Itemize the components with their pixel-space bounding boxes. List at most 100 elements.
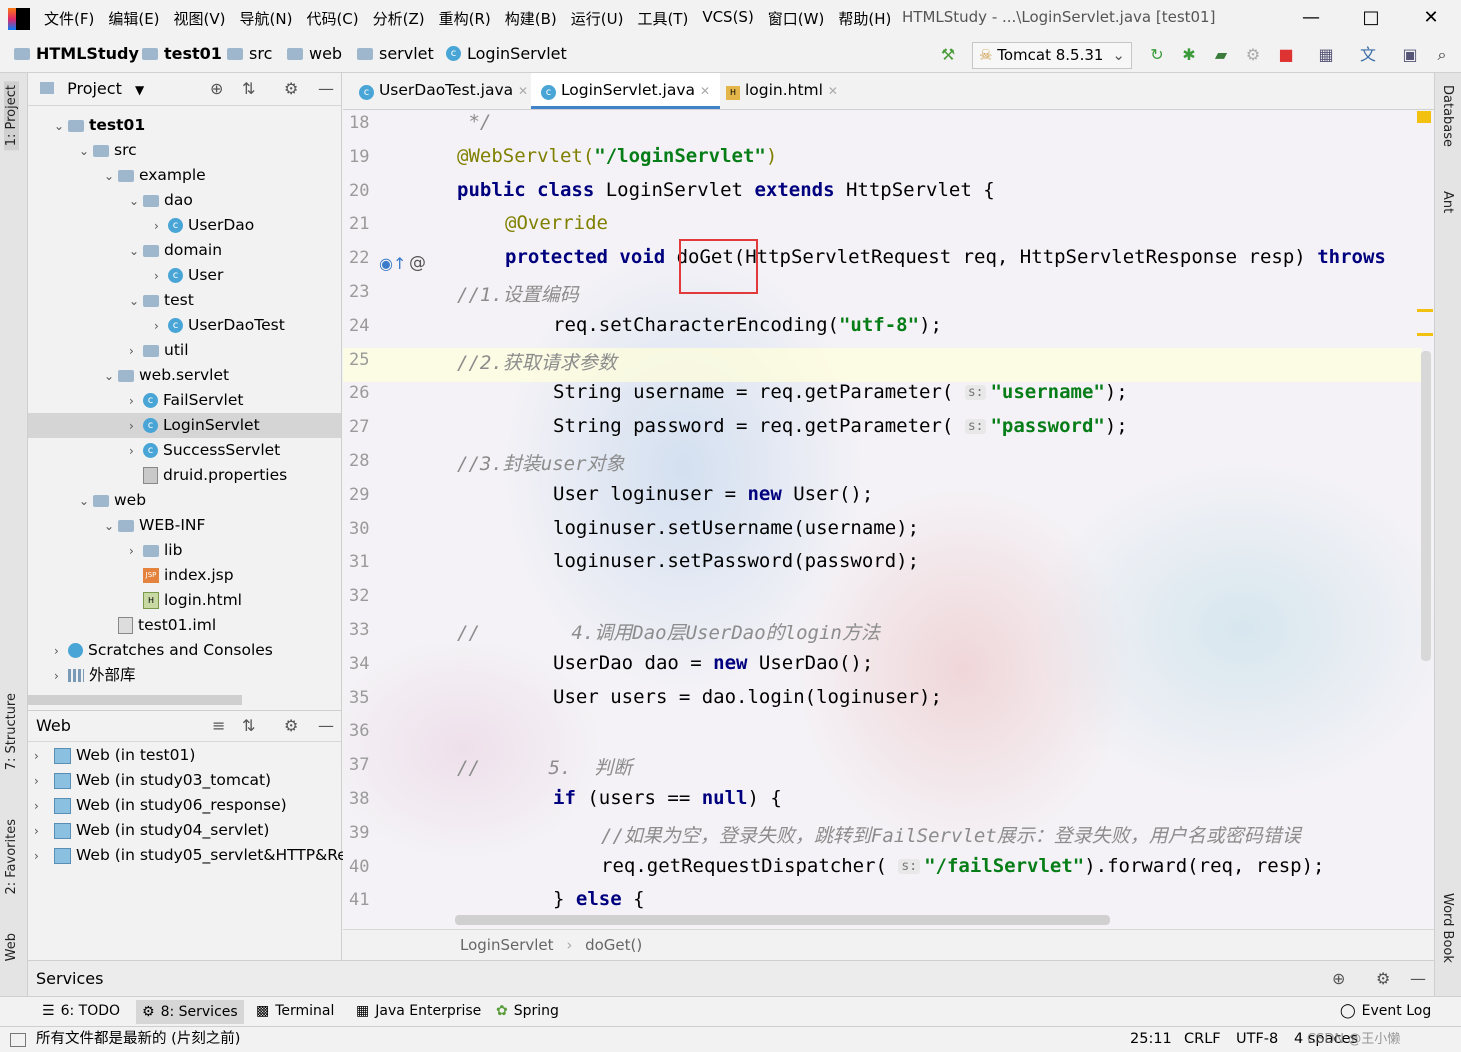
web-facet-item[interactable]: › Web (in test01) [34,743,195,768]
chevron-down-icon[interactable]: ⌄ [54,114,68,139]
tree-item-example[interactable]: ⌄ example [28,163,341,188]
structure-tool-tab[interactable]: 7: Structure [4,693,19,770]
tree-item-userdao[interactable]: › c UserDao [28,213,341,239]
chevron-right-icon[interactable]: › [129,414,143,439]
chevron-down-icon[interactable]: ⌄ [129,189,143,214]
menu-file[interactable]: 文件(F) [44,8,94,29]
code-line[interactable]: // 4.调用Dao层UserDao的login方法 [457,618,880,645]
tree-item-[interactable]: › 外部库 [28,663,341,688]
coverage-icon[interactable]: ▰ [1211,45,1231,65]
gear-icon[interactable]: ⚙ [1376,961,1390,997]
code-line[interactable]: @Override [505,212,608,234]
tab-login-html[interactable]: H login.html ✕ [716,73,848,109]
error-stripe-mark[interactable] [1417,309,1433,312]
code-line[interactable]: */ [457,111,491,133]
todo-tool-button[interactable]: ☰ 6: TODO [42,1003,120,1019]
tree-item-failservlet[interactable]: › c FailServlet [28,388,341,413]
breadcrumb-src[interactable]: src [227,44,272,63]
tree-item-scratches-and-consoles[interactable]: › Scratches and Consoles [28,638,341,664]
code-line[interactable]: loginuser.setPassword(password); [553,550,919,572]
vertical-scrollbar[interactable] [1421,351,1431,661]
web-facet-item[interactable]: › Web (in study04_servlet) [34,818,269,843]
tree-item-domain[interactable]: ⌄ domain [28,238,341,264]
tree-item-login-html[interactable]: Hlogin.html [28,588,341,613]
tree-item-web-servlet[interactable]: ⌄ web.servlet [28,363,341,389]
code-line[interactable]: String password = req.getParameter( s: "p… [553,415,1128,437]
layout-icon[interactable]: ▣ [1400,45,1420,65]
breadcrumb-class[interactable]: LoginServlet [460,936,554,954]
menu-build[interactable]: 构建(B) [505,8,557,29]
gear-icon[interactable]: ⚙ [284,73,298,105]
rerun-icon[interactable]: ↻ [1147,45,1167,65]
tree-item-user[interactable]: › c User [28,263,341,288]
collapse-all-icon[interactable]: ⇅ [242,73,255,105]
code-line[interactable]: } else { [553,888,645,910]
tree-item-index-jsp[interactable]: JSP index.jsp [28,563,341,588]
breadcrumb-module[interactable]: test01 [142,44,222,63]
close-tab-icon[interactable]: ✕ [518,84,528,98]
code-line[interactable]: if (users == null) { [553,787,782,809]
debug-bug-icon[interactable]: ✱ [1179,45,1199,65]
hide-panel-icon[interactable]: — [318,73,334,105]
locate-icon[interactable]: ⊕ [1332,961,1345,997]
expand-all-icon[interactable]: ≡ [212,711,225,741]
chevron-right-icon[interactable]: › [34,769,48,794]
chevron-right-icon[interactable]: › [154,214,168,239]
menu-analyze[interactable]: 分析(Z) [373,8,425,29]
tree-item-userdaotest[interactable]: › c UserDaoTest [28,313,341,339]
breadcrumb-method[interactable]: doGet() [585,936,642,954]
menu-vcs[interactable]: VCS(S) [702,8,753,29]
code-line[interactable]: //如果为空，登录失败，跳转到FailServlet展示：登录失败，用户名或密码… [601,821,1301,848]
close-icon[interactable]: ✕ [1416,5,1446,31]
chevron-right-icon[interactable]: › [34,844,48,869]
code-line[interactable]: public class LoginServlet extends HttpSe… [457,179,995,201]
menu-edit[interactable]: 编辑(E) [108,8,159,29]
code-line[interactable]: protected void doGet(HttpServletRequest … [505,246,1386,268]
breadcrumb-project[interactable]: HTMLStudy [14,44,139,63]
chevron-right-icon[interactable]: › [54,639,68,664]
spring-tool-button[interactable]: ✿ Spring [496,1003,559,1019]
chevron-right-icon[interactable]: › [154,314,168,339]
chevron-down-icon[interactable]: ⌄ [129,239,143,264]
annotation-gutter-icon[interactable]: @ [409,253,426,273]
chevron-right-icon[interactable]: › [34,794,48,819]
code-line[interactable]: UserDao dao = new UserDao(); [553,652,873,674]
tree-item-successservlet[interactable]: › c SuccessServlet [28,438,341,464]
warning-stripe-icon[interactable] [1417,111,1431,123]
tree-item-web[interactable]: ⌄ web [28,488,341,513]
close-tab-icon[interactable]: ✕ [700,84,710,98]
horizontal-scrollbar[interactable] [28,695,242,705]
chevron-down-icon[interactable]: ⌄ [104,364,118,389]
hide-panel-icon[interactable]: — [318,711,334,741]
code-line[interactable]: String username = req.getParameter( s: "u… [553,381,1128,403]
collapse-all-icon[interactable]: ⇅ [242,711,255,741]
menu-refactor[interactable]: 重构(R) [439,8,491,29]
code-line[interactable]: // 5. 判断 [457,753,632,780]
build-hammer-icon[interactable]: ⚒ [938,45,958,65]
tree-item-util[interactable]: › util [28,338,341,363]
menu-tools[interactable]: 工具(T) [637,8,688,29]
translate-icon[interactable]: 文 [1358,45,1378,65]
code-line[interactable]: req.getRequestDispatcher( s: "/failServle… [601,855,1324,877]
line-separator[interactable]: CRLF [1184,1027,1221,1052]
tree-item-src[interactable]: ⌄ src [28,138,341,163]
code-line[interactable]: @WebServlet("/loginServlet") [457,145,777,167]
services-tool-button[interactable]: ⚙ 8: Services [136,1000,244,1024]
tree-item-lib[interactable]: › lib [28,538,341,563]
chevron-right-icon[interactable]: › [129,439,143,464]
web-facet-item[interactable]: › Web (in study06_response) [34,793,287,818]
stop-icon[interactable]: ■ [1276,45,1296,65]
project-structure-icon[interactable]: ▦ [1316,45,1336,65]
file-encoding[interactable]: UTF-8 [1236,1027,1278,1052]
caret-position[interactable]: 25:11 [1130,1027,1172,1052]
profile-icon[interactable]: ⚙ [1243,45,1263,65]
menu-code[interactable]: 代码(C) [306,8,358,29]
search-icon[interactable]: ⌕ [1432,45,1452,65]
web-facet-item[interactable]: › Web (in study03_tomcat) [34,768,271,793]
chevron-down-icon[interactable]: ⌄ [104,514,118,539]
tab-loginservlet[interactable]: c LoginServlet.java ✕ [531,73,720,109]
close-tab-icon[interactable]: ✕ [828,84,838,98]
tree-item-loginservlet[interactable]: › c LoginServlet [28,413,341,439]
chevron-right-icon[interactable]: › [34,819,48,844]
menu-help[interactable]: 帮助(H) [838,8,891,29]
